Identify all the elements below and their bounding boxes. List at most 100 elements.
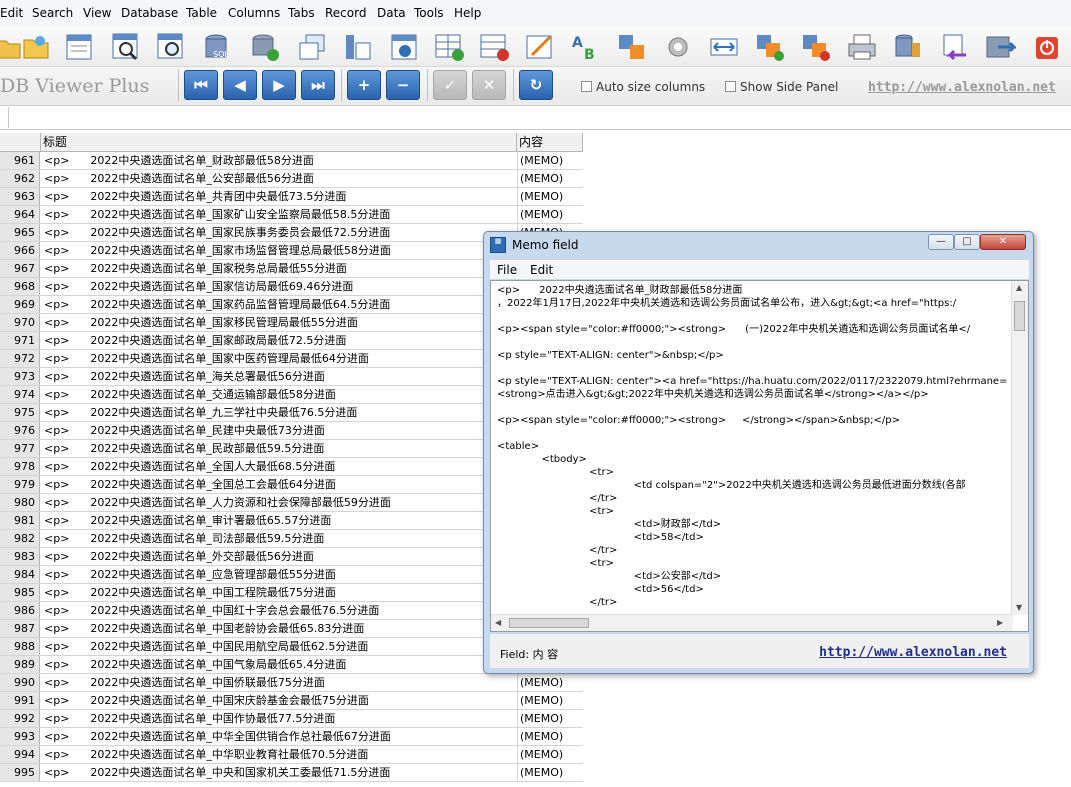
title-cell[interactable]: <p> 2022中央遴选面试名单_国家邮政局最低72.5分进面 (44, 332, 516, 349)
menu-tabs[interactable]: Tabs (288, 6, 315, 20)
edit-icon[interactable] (524, 31, 556, 63)
row-number[interactable]: 975 (0, 404, 40, 421)
row-number[interactable]: 981 (0, 512, 40, 529)
memo-cell[interactable]: (MEMO) (517, 764, 583, 781)
table-row[interactable]: 962 <p> 2022中央遴选面试名单_公安部最低56分进面 (MEMO) (0, 170, 583, 188)
export-icon[interactable] (296, 31, 328, 63)
menu-view[interactable]: View (83, 6, 111, 20)
append-icon[interactable] (754, 31, 786, 63)
row-number[interactable]: 993 (0, 728, 40, 745)
row-number[interactable]: 970 (0, 314, 40, 331)
row-number[interactable]: 961 (0, 152, 40, 169)
title-cell[interactable]: <p> 2022中央遴选面试名单_中国宋庆龄基金会最低75分进面 (44, 692, 516, 709)
title-cell[interactable]: <p> 2022中央遴选面试名单_国家移民管理局最低55分进面 (44, 314, 516, 331)
title-cell[interactable]: <p> 2022中央遴选面试名单_全国人大最低68.5分进面 (44, 458, 516, 475)
first-record-button[interactable]: ⏮ (184, 70, 218, 100)
title-cell[interactable]: <p> 2022中央遴选面试名单_国家税务总局最低55分进面 (44, 260, 516, 277)
menu-search[interactable]: Search (32, 6, 73, 20)
memo-menu-edit[interactable]: Edit (530, 263, 553, 277)
title-cell[interactable]: <p> 2022中央遴选面试名单_九三学社中央最低76.5分进面 (44, 404, 516, 421)
open-folder-icon[interactable] (20, 31, 52, 63)
title-cell[interactable]: <p> 2022中央遴选面试名单_中央和国家机关工委最低71.5分进面 (44, 764, 516, 781)
title-cell[interactable]: <p> 2022中央遴选面试名单_中国工程院最低75分进面 (44, 584, 516, 601)
scroll-up-icon[interactable]: ▲ (1016, 283, 1022, 292)
title-cell[interactable]: <p> 2022中央遴选面试名单_审计署最低65.57分进面 (44, 512, 516, 529)
row-number[interactable]: 974 (0, 386, 40, 403)
table-remove-icon[interactable] (479, 31, 511, 63)
resize-icon[interactable] (708, 31, 740, 63)
memo-cell[interactable]: (MEMO) (517, 206, 583, 223)
row-number[interactable]: 973 (0, 368, 40, 385)
memo-menu-file[interactable]: File (497, 263, 517, 277)
memo-cell[interactable]: (MEMO) (517, 728, 583, 745)
replace-icon[interactable]: AB (570, 31, 602, 63)
row-number[interactable]: 980 (0, 494, 40, 511)
minimize-button[interactable]: — (928, 234, 954, 250)
menu-columns[interactable]: Columns (228, 6, 280, 20)
title-cell[interactable]: <p> 2022中央遴选面试名单_国家信访局最低69.46分进面 (44, 278, 516, 295)
title-cell[interactable]: <p> 2022中央遴选面试名单_国家中医药管理局最低64分进面 (44, 350, 516, 367)
row-number[interactable]: 989 (0, 656, 40, 673)
title-cell[interactable]: <p> 2022中央遴选面试名单_海关总署最低56分进面 (44, 368, 516, 385)
row-number[interactable]: 976 (0, 422, 40, 439)
title-cell[interactable]: <p> 2022中央遴选面试名单_公安部最低56分进面 (44, 170, 516, 187)
remove-record-button[interactable]: − (386, 70, 420, 100)
find-icon[interactable] (155, 31, 187, 63)
title-cell[interactable]: <p> 2022中央遴选面试名单_外交部最低56分进面 (44, 548, 516, 565)
add-record-button[interactable]: + (347, 70, 381, 100)
last-record-button[interactable]: ⏭ (301, 70, 335, 100)
memo-cell[interactable]: (MEMO) (517, 692, 583, 709)
row-number[interactable]: 987 (0, 620, 40, 637)
title-cell[interactable]: <p> 2022中央遴选面试名单_交通运输部最低58分进面 (44, 386, 516, 403)
info-icon[interactable] (388, 31, 420, 63)
table-row[interactable]: 992 <p> 2022中央遴选面试名单_中国作协最低77.5分进面 (MEMO) (0, 710, 583, 728)
row-number[interactable]: 991 (0, 692, 40, 709)
row-number[interactable]: 962 (0, 170, 40, 187)
title-cell[interactable]: <p> 2022中央遴选面试名单_中国民用航空局最低62.5分进面 (44, 638, 516, 655)
title-cell[interactable]: <p> 2022中央遴选面试名单_中国作协最低77.5分进面 (44, 710, 516, 727)
row-number[interactable]: 985 (0, 584, 40, 601)
title-cell[interactable]: <p> 2022中央遴选面试名单_国家药品监督管理局最低64.5分进面 (44, 296, 516, 313)
print-icon[interactable] (846, 31, 878, 63)
menu-data[interactable]: Data (377, 6, 406, 20)
table-row[interactable]: 990 <p> 2022中央遴选面试名单_中国侨联最低75分进面 (MEMO) (0, 674, 583, 692)
memo-cell[interactable]: (MEMO) (517, 674, 583, 691)
row-number[interactable]: 986 (0, 602, 40, 619)
menu-table[interactable]: Table (186, 6, 217, 20)
title-cell[interactable]: <p> 2022中央遴选面试名单_人力资源和社会保障部最低59分进面 (44, 494, 516, 511)
header-content[interactable]: 内容 (517, 133, 583, 151)
database-icon[interactable] (892, 31, 924, 63)
filter-input[interactable] (8, 107, 1071, 128)
title-cell[interactable]: <p> 2022中央遴选面试名单_共青团中央最低73.5分进面 (44, 188, 516, 205)
row-number[interactable]: 966 (0, 242, 40, 259)
row-number[interactable]: 983 (0, 548, 40, 565)
title-cell[interactable]: <p> 2022中央遴选面试名单_全国总工会最低64分进面 (44, 476, 516, 493)
table-row[interactable]: 995 <p> 2022中央遴选面试名单_中央和国家机关工委最低71.5分进面 (M… (0, 764, 583, 782)
row-number[interactable]: 977 (0, 440, 40, 457)
row-number[interactable]: 969 (0, 296, 40, 313)
title-cell[interactable]: <p> 2022中央遴选面试名单_国家民族事务委员会最低72.5分进面 (44, 224, 516, 241)
menu-database[interactable]: Database (121, 6, 178, 20)
copy-structure-icon[interactable] (616, 31, 648, 63)
refresh-button[interactable]: ↻ (519, 70, 553, 100)
auto-size-checkbox[interactable] (581, 81, 592, 92)
sql-icon[interactable]: SQL (202, 31, 234, 63)
memo-text-area[interactable]: <p> 2022中央遴选面试名单_财政部最低58分进面 ，2022年1月17日,2… (490, 280, 1029, 632)
title-cell[interactable]: <p> 2022中央遴选面试名单_国家矿山安全监察局最低58.5分进面 (44, 206, 516, 223)
website-link[interactable]: http://www.alexnolan.net (868, 80, 1056, 95)
row-number[interactable]: 990 (0, 674, 40, 691)
row-number[interactable]: 963 (0, 188, 40, 205)
memo-cell[interactable]: (MEMO) (517, 188, 583, 205)
row-number[interactable]: 994 (0, 746, 40, 763)
row-number[interactable]: 988 (0, 638, 40, 655)
vertical-scroll-thumb[interactable] (1014, 301, 1025, 331)
search-icon[interactable] (110, 31, 142, 63)
scroll-down-icon[interactable]: ▼ (1016, 603, 1022, 612)
row-number[interactable]: 982 (0, 530, 40, 547)
next-record-button[interactable]: ▶ (262, 70, 296, 100)
row-number[interactable]: 964 (0, 206, 40, 223)
title-cell[interactable]: <p> 2022中央遴选面试名单_司法部最低59.5分进面 (44, 530, 516, 547)
title-cell[interactable]: <p> 2022中央遴选面试名单_民政部最低59.5分进面 (44, 440, 516, 457)
row-number[interactable]: 992 (0, 710, 40, 727)
confirm-button[interactable]: ✓ (433, 70, 467, 100)
